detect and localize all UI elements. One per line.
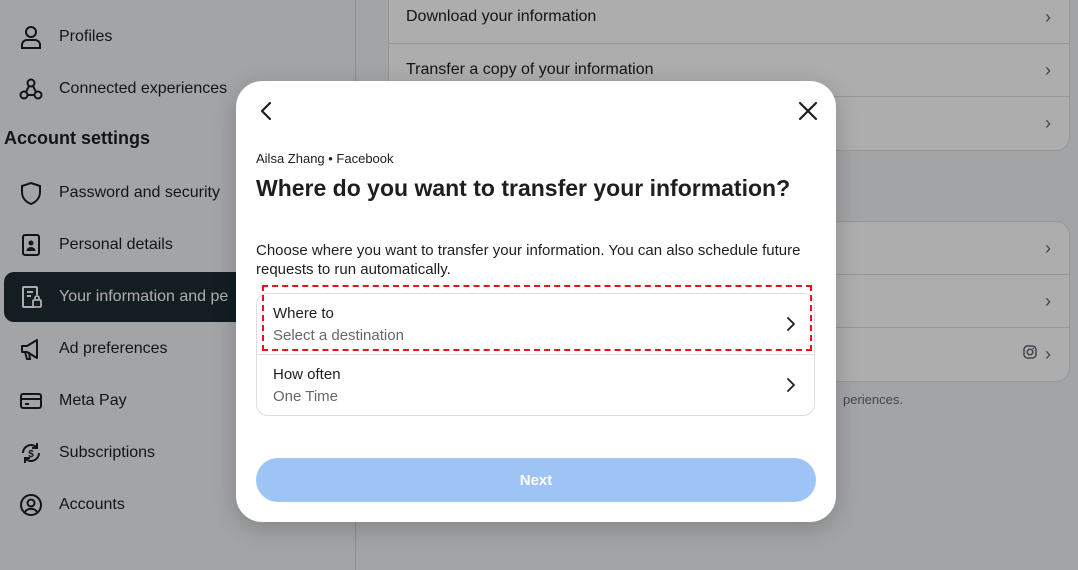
how-often-option[interactable]: How often One Time [257,355,814,415]
chevron-right-icon [786,316,796,337]
option-value: One Time [273,388,339,405]
chevron-left-icon [259,101,273,126]
option-label: How often [273,366,341,383]
dialog-title: Where do you want to transfer your infor… [256,175,791,201]
option-label: Where to [273,305,334,322]
chevron-right-icon [786,377,796,398]
settings-page: Profiles Connected experiences Account s… [0,0,1078,570]
transfer-options: Where to Select a destination How often … [256,293,815,416]
next-button[interactable]: Next [256,458,816,502]
option-value: Select a destination [273,327,404,344]
back-button[interactable] [254,101,278,125]
account-context: Ailsa Zhang • Facebook [256,151,394,166]
where-to-option[interactable]: Where to Select a destination [257,294,814,355]
transfer-destination-dialog: Ailsa Zhang • Facebook Where do you want… [236,81,836,522]
dialog-description: Choose where you want to transfer your i… [256,242,801,278]
close-button[interactable] [796,101,820,125]
close-icon [798,101,818,126]
